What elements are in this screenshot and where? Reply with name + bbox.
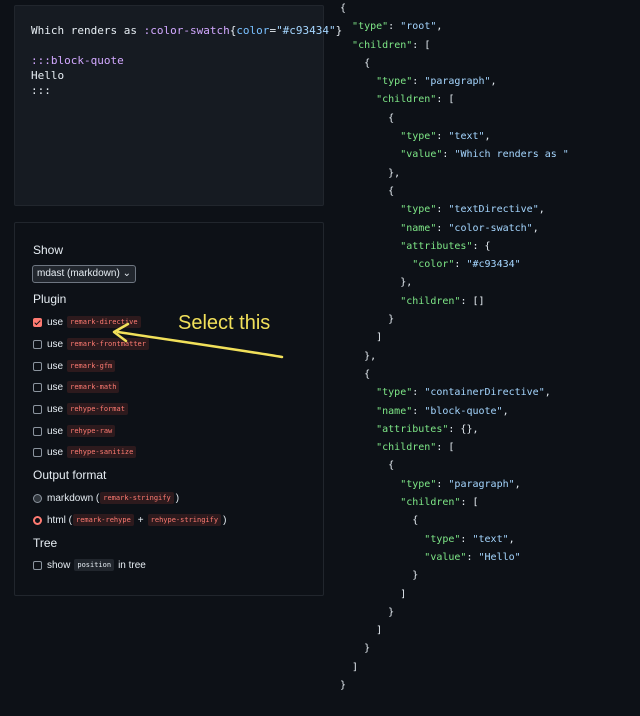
json-line: "type": "containerDirective", [376, 387, 551, 399]
json-line: "type": "text", [424, 533, 515, 545]
json-line: { [340, 515, 419, 527]
json-line: ] [340, 661, 359, 673]
json-line: } [340, 643, 371, 655]
json-line: { [340, 368, 371, 380]
json-line: "value": "Hello" [424, 551, 521, 563]
json-line: "name": "block-quote", [376, 405, 509, 417]
json-line: "children": [ [400, 497, 479, 509]
json-line: } [340, 314, 395, 326]
json-line: "attributes": {}, [376, 423, 479, 435]
json-line: "type": "paragraph", [400, 478, 521, 490]
json-line: { [340, 3, 347, 14]
json-tree-output: { "type": "root", "children": [ { "type"… [340, 0, 640, 695]
json-line: "color": "#c93434" [412, 259, 521, 271]
json-line: } [340, 570, 419, 582]
json-line: "type": "textDirective", [400, 204, 545, 216]
json-line: { [340, 460, 395, 472]
json-line: "children": [ [352, 39, 431, 51]
json-line: }, [340, 277, 413, 289]
json-line: ] [340, 625, 383, 637]
json-line: "type": "text", [400, 131, 491, 143]
json-line: "name": "color-swatch", [400, 222, 539, 234]
json-line: "value": "Which renders as " [400, 149, 569, 161]
json-line: "type": "root", [352, 21, 443, 33]
json-line: "children": [ [376, 94, 455, 106]
json-line: { [340, 57, 371, 69]
json-line: "children": [] [400, 295, 485, 307]
json-line: "attributes": { [400, 240, 491, 252]
json-line: { [340, 185, 395, 197]
json-line: "type": "paragraph", [376, 76, 497, 88]
json-line: { [340, 112, 395, 124]
json-line: ] [340, 588, 407, 600]
json-line: } [340, 606, 395, 618]
json-line: ] [340, 332, 383, 344]
json-line: }, [340, 350, 377, 362]
annotation-text: Select this [178, 312, 271, 334]
json-line: "children": [ [376, 442, 455, 454]
json-line: } [340, 679, 347, 691]
json-line: }, [340, 167, 401, 179]
